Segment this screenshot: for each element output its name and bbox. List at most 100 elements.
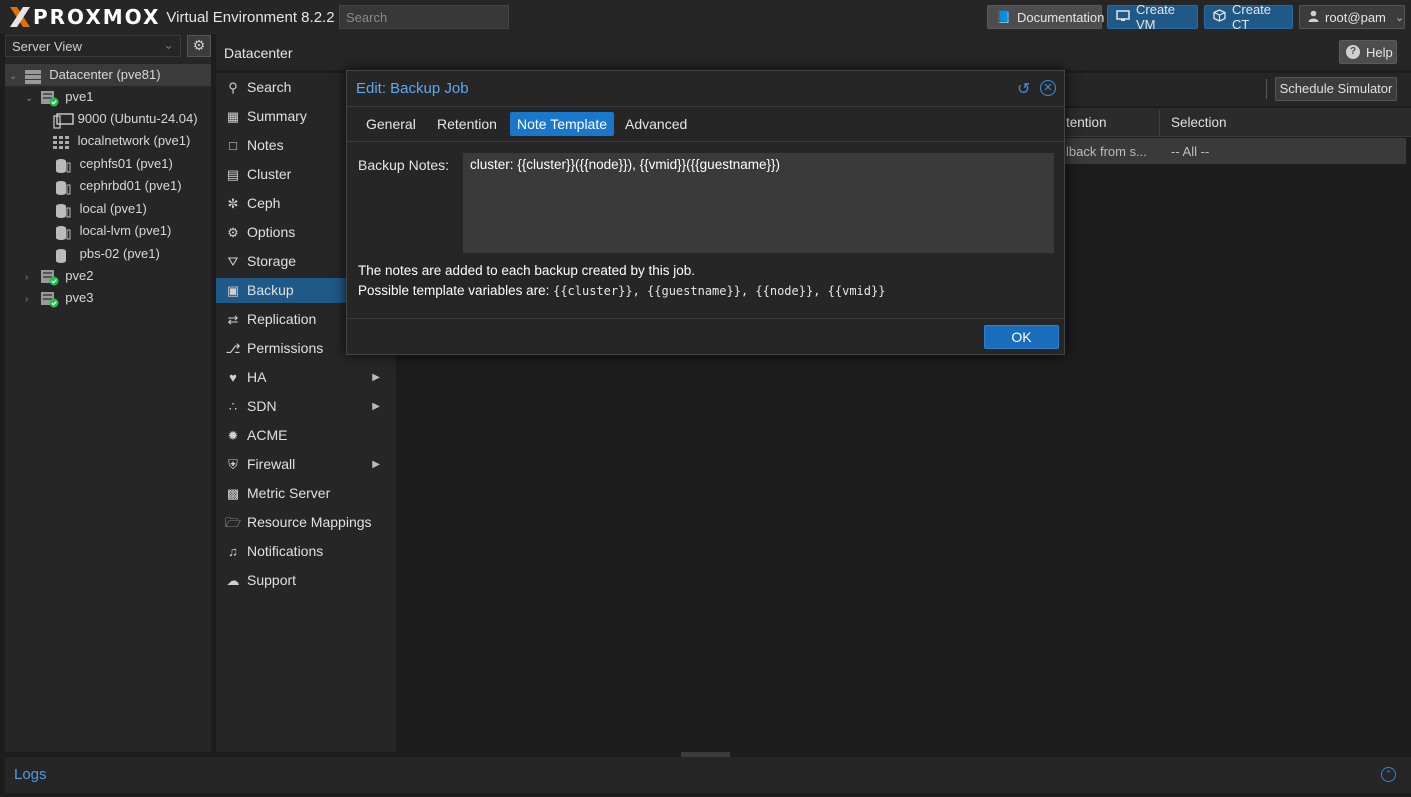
help-label: Help xyxy=(1366,44,1393,60)
template-variables-prefix: Possible template variables are: xyxy=(358,283,554,298)
node-online-icon xyxy=(40,90,59,107)
server-icon: ▤ xyxy=(226,167,240,182)
tree-item-pbs-02[interactable]: pbs-02 (pve1) xyxy=(5,243,160,265)
reset-icon[interactable]: ↺ xyxy=(1017,79,1030,99)
view-selector-value: Server View xyxy=(12,39,82,54)
book-icon: ▦ xyxy=(226,109,240,124)
template-icon xyxy=(53,112,74,129)
chevron-up-icon[interactable]: ⌃ xyxy=(1381,767,1396,782)
dialog-title: Edit: Backup Job xyxy=(356,80,469,97)
search-icon: ⚲ xyxy=(228,80,238,95)
tab-general[interactable]: General xyxy=(359,112,423,136)
storage-icon xyxy=(55,203,71,218)
view-selector[interactable]: Server View ⌄ xyxy=(5,35,181,57)
gear-icon: ⚙ xyxy=(192,37,206,53)
floppy-icon: ▣ xyxy=(226,283,240,298)
gear-icon: ⚙ xyxy=(227,225,239,240)
sdn-icon: ∴ xyxy=(228,399,238,414)
tree-item-pve2[interactable]: › pve2 xyxy=(5,265,93,287)
comments-icon: ☁ xyxy=(226,573,240,588)
tab-retention[interactable]: Retention xyxy=(430,112,504,136)
nav-firewall[interactable]: ⛨ Firewall ▶ xyxy=(216,452,396,477)
tree-item-cephfs01[interactable]: cephfs01 (pve1) xyxy=(5,153,173,175)
tree-item-label: cephfs01 (pve1) xyxy=(79,156,173,171)
search-input[interactable] xyxy=(339,5,509,29)
nav-label: Permissions xyxy=(247,340,324,356)
bar-chart-icon: ▩ xyxy=(226,486,240,501)
nav-label: Replication xyxy=(247,311,317,327)
nav-notifications[interactable]: ♫ Notifications xyxy=(216,539,396,564)
proxmox-logo: PROXMOX Virtual Environment 8.2.2 xyxy=(8,5,335,29)
tree-item-label: local (pve1) xyxy=(79,201,147,216)
nav-sdn[interactable]: ∴ SDN ▶ xyxy=(216,394,396,419)
logs-title: Logs xyxy=(14,766,47,783)
nav-label: ACME xyxy=(247,427,288,443)
retweet-icon: ⇄ xyxy=(227,312,239,327)
shield-icon: ⛨ xyxy=(228,457,238,472)
dialog-footer xyxy=(347,318,1064,354)
nav-label: Firewall xyxy=(247,456,296,472)
template-variables-list: {{cluster}}, {{guestname}}, {{node}}, {{… xyxy=(553,284,886,298)
column-header-selection[interactable]: Selection xyxy=(1171,115,1227,130)
product-version: Virtual Environment 8.2.2 xyxy=(166,8,335,26)
tree-settings-button[interactable]: ⚙ xyxy=(187,35,211,57)
tab-note-template[interactable]: Note Template xyxy=(510,112,615,136)
chevron-down-icon: ⌄ xyxy=(1394,11,1405,24)
create-ct-button[interactable]: Create CT xyxy=(1204,2,1293,32)
certificate-icon: ✹ xyxy=(227,428,239,443)
tree-item-label: pve3 xyxy=(65,290,94,305)
tree-item-label: pve2 xyxy=(65,268,94,283)
nav-label: SDN xyxy=(247,398,277,414)
storage-icon xyxy=(55,225,71,240)
proxmox-x-icon xyxy=(8,5,32,29)
notes-help-text: The notes are added to each backup creat… xyxy=(358,263,695,278)
tab-advanced[interactable]: Advanced xyxy=(618,112,694,136)
nav-label: Backup xyxy=(247,282,294,298)
logs-panel xyxy=(5,757,1411,793)
tree-item-local-lvm[interactable]: local-lvm (pve1) xyxy=(5,220,171,242)
chevron-right-icon: ▶ xyxy=(372,459,380,470)
nav-ha[interactable]: ♥ HA ▶ xyxy=(216,365,396,390)
chevron-down-icon: ⌄ xyxy=(9,71,18,82)
nav-label: Summary xyxy=(247,108,307,124)
page-title: Datacenter xyxy=(224,45,293,61)
toolbar-separator xyxy=(1266,79,1267,99)
close-icon[interactable]: ✕ xyxy=(1040,80,1056,96)
nav-label: Notifications xyxy=(247,543,324,559)
nav-label: Storage xyxy=(247,253,297,269)
tree-item-cephrbd01[interactable]: cephrbd01 (pve1) xyxy=(5,175,182,197)
backup-notes-textarea[interactable] xyxy=(463,153,1054,253)
ceph-icon: ✼ xyxy=(227,196,239,211)
documentation-button[interactable]: 📘 Documentation xyxy=(987,5,1104,29)
help-button[interactable]: ? Help xyxy=(1339,40,1397,64)
create-vm-label: Create VM xyxy=(1136,2,1176,32)
ok-button[interactable]: OK xyxy=(984,325,1059,349)
tree-item-template-9000[interactable]: 9000 (Ubuntu-24.04) xyxy=(5,108,198,130)
heartbeat-icon: ♥ xyxy=(229,370,237,385)
user-icon xyxy=(1308,10,1319,25)
nav-resource-mappings[interactable]: 🗁 Resource Mappings xyxy=(216,510,396,535)
bell-icon: ♫ xyxy=(228,544,238,559)
datacenter-icon xyxy=(24,69,41,84)
unlock-icon: ⎇ xyxy=(225,341,241,356)
nav-metric-server[interactable]: ▩ Metric Server xyxy=(216,481,396,506)
nav-label: Search xyxy=(247,79,292,95)
create-vm-button[interactable]: Create VM xyxy=(1107,2,1198,32)
tree-item-datacenter[interactable]: ⌄ Datacenter (pve81) xyxy=(5,64,211,86)
tree-item-local[interactable]: local (pve1) xyxy=(5,198,147,220)
chevron-right-icon: ▶ xyxy=(372,372,380,383)
template-variables-text: Possible template variables are: {{clust… xyxy=(358,283,885,298)
tree-item-pve3[interactable]: › pve3 xyxy=(5,287,93,309)
column-header-retention[interactable]: tention xyxy=(1066,115,1107,130)
user-menu-button[interactable]: root@pam ⌄ xyxy=(1299,5,1405,29)
chevron-down-icon: ⌄ xyxy=(25,93,34,104)
schedule-simulator-button[interactable]: Schedule Simulator xyxy=(1275,77,1397,101)
tree-item-pve1[interactable]: ⌄ pve1 xyxy=(5,86,93,108)
table-cell: -- All -- xyxy=(1171,144,1210,159)
monitor-icon xyxy=(1116,9,1130,25)
nav-acme[interactable]: ✹ ACME xyxy=(216,423,396,448)
nav-support[interactable]: ☁ Support xyxy=(216,568,396,593)
cube-icon xyxy=(1213,9,1226,25)
tree-item-localnetwork[interactable]: localnetwork (pve1) xyxy=(5,130,190,152)
storage-icon xyxy=(55,158,71,173)
